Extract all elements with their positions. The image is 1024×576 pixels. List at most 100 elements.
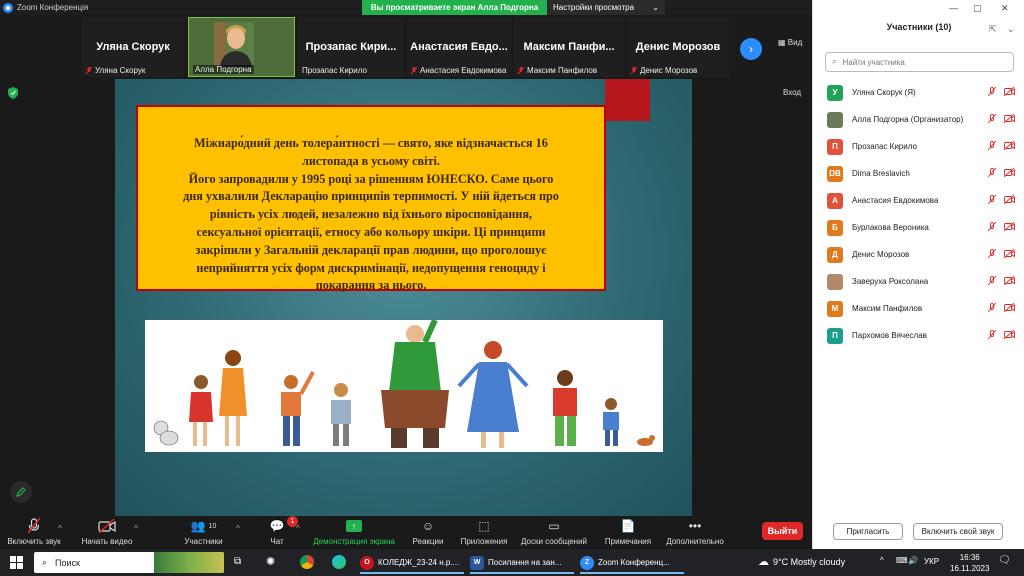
taskbar-app-label: Посилання на зан... [488, 558, 562, 567]
window-title: Zoom Конференція [17, 3, 89, 12]
taskbar-search-box[interactable]: ⌕ Поиск [34, 552, 224, 573]
apps-label: Приложения [460, 537, 508, 546]
word-icon: W [470, 555, 484, 570]
participant-thumb[interactable]: Максим Панфи... Максим Панфилов [514, 17, 624, 77]
participant-search-input[interactable]: ⌕ Найти участника [825, 52, 1014, 72]
notes-button[interactable]: 📄 Примечания [600, 518, 656, 546]
participants-button[interactable]: 👥 10 Участники [176, 518, 231, 546]
participant-name: Dima Breslavich [852, 169, 910, 178]
windows-start-icon[interactable] [10, 556, 23, 569]
edge-icon[interactable] [332, 555, 346, 569]
participant-row[interactable]: М Максим Панфилов [813, 295, 1024, 322]
video-options-caret-icon[interactable]: ^ [134, 524, 138, 533]
video-off-icon [1004, 222, 1015, 231]
search-placeholder: Найти участника [842, 57, 905, 67]
whiteboards-button[interactable]: ▭ Доски сообщений [516, 518, 592, 546]
participant-status-icons [988, 114, 1015, 124]
exit-label[interactable]: Вход [783, 88, 801, 97]
view-button[interactable]: ▦ Вид [778, 38, 802, 47]
people-icon: 👥 [190, 519, 206, 533]
participant-thumb[interactable]: Денис Морозов Денис Морозов [627, 17, 729, 77]
slide-text-line: неприйняття усіх форм дискримінації, нед… [196, 260, 546, 275]
task-view-icon[interactable]: ⧉ [234, 556, 241, 567]
participant-row[interactable]: DB Dima Breslavich [813, 160, 1024, 187]
tray-chevron-icon[interactable]: ^ [880, 556, 884, 565]
invite-button[interactable]: Пригласить [833, 523, 903, 540]
participants-label: Участники [184, 537, 223, 546]
mic-muted-icon [86, 66, 92, 75]
participant-status-icons [988, 330, 1015, 340]
participant-thumb[interactable]: Прозапас Кири... Прозапас Кирило [298, 17, 404, 77]
unmute-me-button[interactable]: Включить свой звук [913, 523, 1003, 540]
participant-thumb-label: Денис Морозов [640, 66, 698, 75]
mic-muted-icon [988, 330, 996, 340]
share-screen-button[interactable]: ↑ Демонстрация экрана [310, 518, 398, 546]
participant-video-thumb[interactable]: Алла Подгорна [188, 17, 295, 77]
annotate-button[interactable] [10, 481, 32, 503]
smiley-icon: ☺ [421, 519, 435, 533]
taskbar-app-word[interactable]: W Посилання на зан... [470, 551, 574, 574]
video-off-icon [1004, 141, 1015, 150]
participant-name: Пархомов Вячеслав [852, 331, 927, 340]
participant-row[interactable]: Д Денис Морозов [813, 241, 1024, 268]
more-dots-icon: ••• [688, 519, 702, 533]
unmute-button[interactable]: Включить звук [4, 518, 64, 546]
participant-row[interactable]: У Уляна Скорук (Я) [813, 79, 1024, 106]
participant-row[interactable]: Заверуха Роксолана [813, 268, 1024, 295]
avatar: П [827, 327, 843, 344]
clock-date: 16.11.2023 [950, 564, 990, 573]
chat-options-caret-icon[interactable]: ^ [296, 524, 300, 533]
mic-muted-icon [988, 141, 996, 151]
weather-label: 9°C Mostly cloudy [773, 556, 846, 567]
start-video-button[interactable]: Начать видео [76, 518, 138, 546]
viewing-screen-label: Вы просматриваете экран Алла Подгорна [362, 0, 547, 15]
language-indicator[interactable]: УКР [924, 557, 939, 566]
clock[interactable]: 16:36 16.11.2023 [950, 552, 989, 574]
reactions-button[interactable]: ☺ Реакции [408, 518, 448, 546]
whiteboards-label: Доски сообщений [520, 537, 587, 546]
participants-options-caret-icon[interactable]: ^ [236, 524, 240, 533]
weather-widget[interactable]: ☁ 9°C Mostly cloudy [758, 555, 845, 568]
participant-row[interactable]: П Пархомов Вячеслав [813, 322, 1024, 349]
participant-thumb-label: Прозапас Кирило [302, 66, 367, 75]
clock-time: 16:36 [959, 553, 980, 562]
network-icon[interactable]: ⌨ [896, 556, 908, 565]
view-settings-button[interactable]: Настройки просмотра ⌄ [547, 0, 665, 15]
more-button[interactable]: ••• Дополнительно [662, 518, 728, 546]
chat-button[interactable]: 💬 1 Чат [262, 516, 298, 546]
participant-row[interactable]: А Анастасия Евдокимова [813, 187, 1024, 214]
close-window-icon[interactable]: ✕ [1001, 3, 1009, 14]
participant-name: Анастасия Евдокимова [852, 196, 939, 205]
taskbar-app-zoom[interactable]: Z Zoom Конференц... [580, 551, 684, 574]
security-shield-icon[interactable] [8, 87, 18, 99]
windows-taskbar: ⌕ Поиск ⧉ ✺ O КОЛЕДЖ_23-24 н.р.... W Пос… [0, 549, 1024, 576]
participants-panel: — ▢ ✕ Участники (10) ⇱ ⌄ ⌕ Найти участни… [812, 0, 1024, 549]
volume-icon[interactable]: 🔊 [908, 556, 918, 565]
popout-icon[interactable]: ⇱ [989, 24, 997, 35]
participant-row[interactable]: Алла Подгорна (Организатор) [813, 106, 1024, 133]
widgets-icon[interactable]: ✺ [266, 555, 275, 568]
more-label: Дополнительно [666, 537, 724, 546]
taskbar-app-opera[interactable]: O КОЛЕДЖ_23-24 н.р.... [360, 551, 464, 574]
maximize-window-icon[interactable]: ▢ [973, 3, 982, 14]
participant-thumb[interactable]: Анастасия Евдо... Анастасия Евдокимова [407, 17, 511, 77]
panel-menu-icon[interactable]: ⌄ [1007, 24, 1015, 35]
participant-status-icons [988, 276, 1015, 286]
slide-text-line: Його запровадили у 1995 році за рішенням… [188, 171, 554, 186]
participant-row[interactable]: П Прозапас Кирило [813, 133, 1024, 160]
participant-status-icons [988, 87, 1015, 97]
participants-count: 10 [208, 522, 217, 530]
audio-options-caret-icon[interactable]: ^ [58, 524, 62, 533]
participant-row[interactable]: Б Бурлакова Вероника [813, 214, 1024, 241]
chrome-icon[interactable] [300, 555, 314, 569]
apps-button[interactable]: ⬚ Приложения [456, 518, 512, 546]
participant-thumb[interactable]: Уляна Скорук Уляна Скорук [82, 17, 184, 77]
next-page-button[interactable]: › [740, 38, 762, 60]
notifications-icon[interactable]: 🗨 [998, 555, 1011, 566]
participant-name: Денис Морозов [852, 250, 910, 259]
taskbar-app-label: Zoom Конференц... [598, 558, 670, 567]
leave-button[interactable]: Выйти [762, 522, 803, 540]
participant-thumb-name: Анастасия Евдо... [410, 41, 508, 53]
minimize-window-icon[interactable]: — [949, 3, 958, 13]
chevron-down-icon: ⌄ [652, 3, 659, 12]
